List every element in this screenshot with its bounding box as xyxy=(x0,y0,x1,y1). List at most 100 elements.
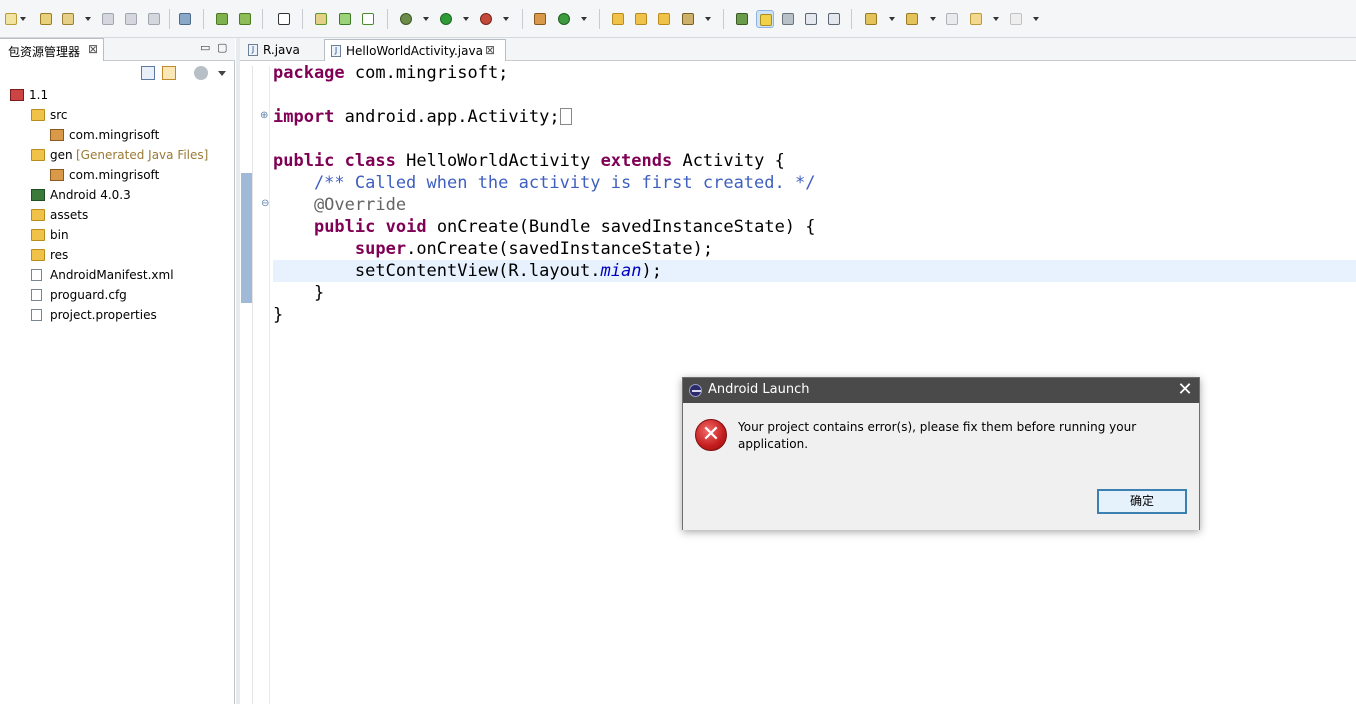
toolbar-separator xyxy=(302,9,303,29)
java-file-icon: J xyxy=(248,44,258,56)
sdk-manager-icon[interactable] xyxy=(176,10,194,28)
external-tools-dropdown-arrow[interactable] xyxy=(503,17,509,21)
debug-dropdown-arrow[interactable] xyxy=(423,17,429,21)
tree-item-label: bin xyxy=(50,228,69,242)
package-icon xyxy=(50,129,64,141)
run-icon[interactable] xyxy=(437,10,455,28)
file-icon xyxy=(31,289,42,301)
keyword: import xyxy=(273,107,335,127)
fold-collapse-icon[interactable]: ⊖ xyxy=(261,198,269,209)
close-icon[interactable]: ✕ xyxy=(1174,380,1196,400)
close-tab-icon[interactable]: ⊠ xyxy=(485,43,495,57)
toolbar-separator xyxy=(723,9,724,29)
code-text: Activity { xyxy=(672,151,785,171)
package-explorer-tab[interactable]: 包资源管理器 ⊠ xyxy=(0,38,104,61)
new-java-package-icon[interactable] xyxy=(531,10,549,28)
tab-r-java[interactable]: J R.java xyxy=(242,39,324,61)
tree-item-label: gen xyxy=(50,148,73,162)
editor-annotation-ruler xyxy=(240,66,253,704)
new-java-class-icon[interactable] xyxy=(555,10,573,28)
show-paragraph-icon[interactable] xyxy=(825,10,843,28)
new-junit-icon[interactable] xyxy=(336,10,354,28)
new-android-project-icon[interactable] xyxy=(312,10,330,28)
new-icon[interactable] xyxy=(2,10,20,28)
field-reference: mian xyxy=(600,261,642,281)
new-android-xml-icon[interactable] xyxy=(359,10,377,28)
block-selection-icon[interactable] xyxy=(779,10,797,28)
new-class-dropdown-arrow[interactable] xyxy=(581,17,587,21)
open-folder-alt-icon[interactable] xyxy=(632,10,650,28)
view-menu-filter-icon[interactable] xyxy=(194,66,208,80)
folded-import-marker[interactable] xyxy=(559,108,572,125)
open-folder-icon[interactable] xyxy=(609,10,627,28)
checkbox-icon[interactable] xyxy=(275,10,293,28)
close-tab-icon[interactable]: ⊠ xyxy=(88,42,98,56)
code-line: import android.app.Activity; xyxy=(273,106,1356,128)
toggle-highlight-icon[interactable] xyxy=(756,10,774,28)
previous-annotation-dropdown-arrow[interactable] xyxy=(930,17,936,21)
link-with-editor-icon[interactable] xyxy=(162,66,176,80)
code-text: } xyxy=(273,283,325,303)
android-sdk-icon[interactable] xyxy=(213,10,231,28)
package-icon xyxy=(50,169,64,181)
tree-item-label: res xyxy=(50,248,69,262)
toolbar-separator xyxy=(169,9,170,29)
run-dropdown-arrow[interactable] xyxy=(463,17,469,21)
next-annotation-dropdown-arrow[interactable] xyxy=(889,17,895,21)
error-icon: ✕ xyxy=(695,419,727,451)
tree-item-label: assets xyxy=(50,208,89,222)
previous-annotation-icon[interactable] xyxy=(903,10,921,28)
open-folder-alt2-icon[interactable] xyxy=(655,10,673,28)
dialog-titlebar[interactable]: Android Launch ✕ xyxy=(683,378,1199,403)
code-text: com.mingrisoft; xyxy=(344,63,509,83)
code-line: } xyxy=(273,282,1356,304)
external-tools-icon[interactable] xyxy=(477,10,495,28)
code-text: ); xyxy=(641,261,662,281)
search-dropdown-arrow[interactable] xyxy=(705,17,711,21)
android-avd-icon[interactable] xyxy=(236,10,254,28)
save-icon[interactable] xyxy=(99,10,117,28)
keyword: class xyxy=(344,151,396,171)
current-range-marker xyxy=(241,173,252,303)
tab-helloworldactivity-java[interactable]: J HelloWorldActivity.java ⊠ xyxy=(324,39,506,61)
minimize-icon[interactable]: ▭ xyxy=(200,41,210,54)
collapse-all-icon[interactable] xyxy=(141,66,155,80)
comment: /** Called when the activity is first cr… xyxy=(273,173,816,193)
library-icon xyxy=(31,189,45,201)
next-annotation-icon[interactable] xyxy=(862,10,880,28)
view-menu-chevron-down-icon[interactable] xyxy=(218,71,226,76)
file-icon xyxy=(31,309,42,321)
back-icon[interactable] xyxy=(967,10,985,28)
package-explorer-tabbar: 包资源管理器 ⊠ ▭ ▢ xyxy=(0,38,235,61)
toolbar-separator xyxy=(522,9,523,29)
keyword: public xyxy=(313,217,376,237)
source-folder-icon xyxy=(31,109,45,121)
tab-label: R.java xyxy=(263,43,300,57)
back-dropdown-arrow[interactable] xyxy=(993,17,999,21)
new-java-project-icon[interactable] xyxy=(59,10,77,28)
print-icon[interactable] xyxy=(145,10,163,28)
open-type-icon[interactable] xyxy=(37,10,55,28)
code-line: public void onCreate(Bundle savedInstanc… xyxy=(273,216,1356,238)
main-toolbar xyxy=(0,0,1356,38)
tree-item-decoration: [Generated Java Files] xyxy=(76,148,209,162)
code-line: package com.mingrisoft; xyxy=(273,62,1356,84)
search-icon[interactable] xyxy=(679,10,697,28)
save-all-icon[interactable] xyxy=(122,10,140,28)
tree-item-label: 1.1 xyxy=(29,88,49,102)
fold-expand-icon[interactable]: ⊕ xyxy=(260,110,268,121)
new-dropdown-arrow[interactable] xyxy=(20,17,26,21)
toolbar-separator xyxy=(387,9,388,29)
last-edit-location-icon[interactable] xyxy=(943,10,961,28)
show-whitespace-icon[interactable] xyxy=(802,10,820,28)
maximize-icon[interactable]: ▢ xyxy=(217,41,227,54)
forward-dropdown-arrow[interactable] xyxy=(1033,17,1039,21)
new-project-dropdown-arrow[interactable] xyxy=(85,17,91,21)
code-text: } xyxy=(273,305,284,325)
annotation: @Override xyxy=(273,195,407,215)
forward-icon[interactable] xyxy=(1007,10,1025,28)
toggle-mark-occurrences-icon[interactable] xyxy=(733,10,751,28)
ok-button[interactable]: 确定 xyxy=(1097,489,1187,514)
debug-icon[interactable] xyxy=(397,10,415,28)
error-message: Your project contains error(s), please f… xyxy=(738,420,1137,451)
